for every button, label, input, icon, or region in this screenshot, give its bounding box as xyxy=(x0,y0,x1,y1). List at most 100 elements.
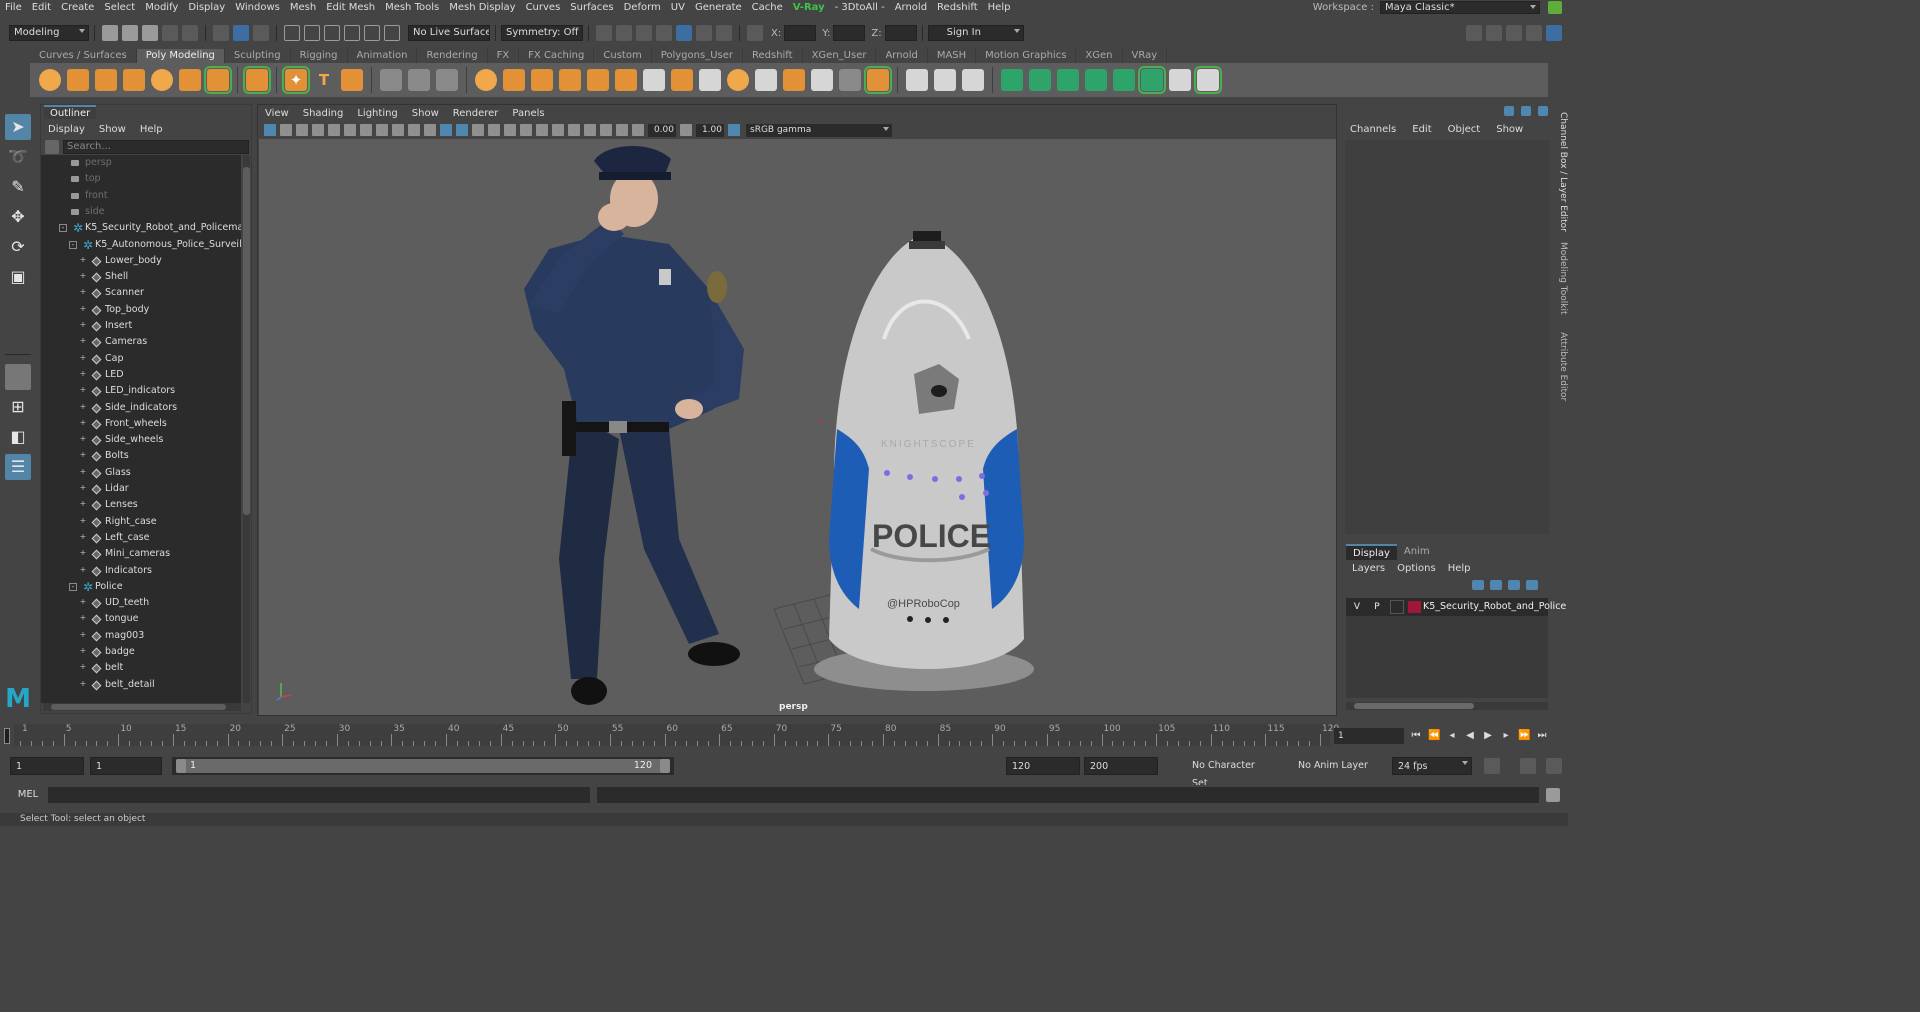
outliner-item[interactable]: side xyxy=(41,204,241,220)
script-editor-icon[interactable] xyxy=(1546,788,1560,802)
outliner-item[interactable]: + Bolts xyxy=(41,448,241,464)
film-gate-icon[interactable] xyxy=(344,124,356,136)
go-to-end-icon[interactable]: ⏭ xyxy=(1536,730,1548,742)
shelf-tab-sculpting[interactable]: Sculpting xyxy=(224,49,291,63)
snap-view-icon[interactable] xyxy=(344,25,360,41)
select-component-icon[interactable] xyxy=(253,25,269,41)
expand-toggle-icon[interactable]: + xyxy=(79,516,87,526)
motion-blur-icon[interactable] xyxy=(552,124,564,136)
expand-toggle-icon[interactable]: + xyxy=(79,663,87,672)
outliner-item[interactable]: + Lidar xyxy=(41,481,241,497)
outliner-item[interactable]: + Glass xyxy=(41,465,241,481)
outliner-scroll-thumb[interactable] xyxy=(243,167,250,515)
expand-toggle-icon[interactable]: + xyxy=(79,402,87,412)
expand-toggle-icon[interactable]: + xyxy=(79,418,87,428)
expand-toggle-icon[interactable]: + xyxy=(79,255,87,265)
fill-hole-icon[interactable] xyxy=(408,69,430,91)
side-tab-attribute-editor[interactable]: Attribute Editor xyxy=(1553,332,1568,401)
step-back-key-icon[interactable]: ⏪ xyxy=(1428,730,1440,742)
xray-icon[interactable] xyxy=(600,124,612,136)
shelf-tab-fx-caching[interactable]: FX Caching xyxy=(519,49,595,63)
expand-toggle-icon[interactable]: + xyxy=(79,386,87,395)
multi-cut-icon[interactable] xyxy=(839,69,861,91)
resolution-gate-icon[interactable] xyxy=(360,124,372,136)
crease-icon[interactable] xyxy=(962,69,984,91)
outliner-item[interactable]: + Lower_body xyxy=(41,253,241,269)
expand-toggle-icon[interactable]: + xyxy=(79,272,87,281)
layer-menu-options[interactable]: Options xyxy=(1391,563,1442,574)
outliner-item[interactable]: persp xyxy=(41,155,241,171)
paint-select-tool[interactable]: ✎ xyxy=(5,174,31,200)
automatic-map-icon[interactable] xyxy=(1113,69,1135,91)
wireframe-icon[interactable] xyxy=(440,124,452,136)
shelf-tab-xgen[interactable]: XGen xyxy=(1076,49,1123,63)
channel-box-body[interactable] xyxy=(1345,140,1549,534)
menu-edit[interactable]: Edit xyxy=(27,0,56,15)
outliner-item[interactable]: + Cap xyxy=(41,351,241,367)
shelf-tab-rendering[interactable]: Rendering xyxy=(417,49,488,63)
uv-editor-icon[interactable] xyxy=(1001,69,1023,91)
shelf-tab-fx[interactable]: FX xyxy=(487,49,520,63)
sew-uv-icon[interactable] xyxy=(1194,66,1222,94)
collapse-toggle-icon[interactable]: - xyxy=(69,582,77,591)
scene-end-field[interactable]: 200 xyxy=(1084,757,1158,775)
menu-windows[interactable]: Windows xyxy=(230,0,285,15)
planar-map-icon[interactable] xyxy=(1029,69,1051,91)
shelf-tab-custom[interactable]: Custom xyxy=(594,49,652,63)
attribute-editor-icon[interactable] xyxy=(1521,106,1532,116)
outliner-item[interactable]: + Scanner xyxy=(41,285,241,301)
viewport-menu-shading[interactable]: Shading xyxy=(296,108,351,119)
collapse-toggle-icon[interactable]: - xyxy=(69,240,77,249)
menu-uv[interactable]: UV xyxy=(666,0,690,15)
outliner-item[interactable]: + Indicators xyxy=(41,563,241,579)
shelf-menu-toggle[interactable] xyxy=(6,49,28,97)
x-field[interactable] xyxy=(784,25,817,41)
menu-edit-mesh[interactable]: Edit Mesh xyxy=(321,0,380,15)
menu-arnold[interactable]: Arnold xyxy=(890,0,932,15)
range-start-handle[interactable] xyxy=(176,759,186,773)
cylindrical-map-icon[interactable] xyxy=(1057,69,1079,91)
outliner-item[interactable]: + Side_indicators xyxy=(41,400,241,416)
layer-menu-layers[interactable]: Layers xyxy=(1346,563,1391,574)
range-end-handle[interactable] xyxy=(660,759,670,773)
viewport-menu-view[interactable]: View xyxy=(258,108,296,119)
fps-dropdown[interactable]: 24 fps xyxy=(1392,757,1472,775)
menu-help[interactable]: Help xyxy=(983,0,1016,15)
slide-edge-icon[interactable] xyxy=(934,69,956,91)
render-settings-icon[interactable] xyxy=(656,25,672,41)
svg-icon[interactable] xyxy=(341,69,363,91)
mirror-icon[interactable] xyxy=(643,69,665,91)
outliner-item[interactable]: top xyxy=(41,171,241,187)
outliner-item[interactable]: + Insert xyxy=(41,318,241,334)
expand-toggle-icon[interactable]: + xyxy=(79,484,87,493)
select-hierarchy-icon[interactable] xyxy=(213,25,229,41)
channel-box-toggle-icon[interactable] xyxy=(1546,25,1562,41)
open-scene-icon[interactable] xyxy=(122,25,138,41)
outliner-search-input[interactable]: Search... xyxy=(63,140,249,154)
layer-editor-scroll-thumb[interactable] xyxy=(1354,703,1474,709)
redo-icon[interactable] xyxy=(182,25,198,41)
outliner-item[interactable]: + Top_body xyxy=(41,302,241,318)
sign-in-button[interactable]: Sign In xyxy=(927,25,1024,41)
outliner-item[interactable]: + Lenses xyxy=(41,497,241,513)
shelf-tab-vray[interactable]: VRay xyxy=(1122,49,1168,63)
workspace-dropdown[interactable]: Maya Classic* xyxy=(1380,1,1540,14)
outliner-item[interactable]: + tongue xyxy=(41,611,241,627)
expand-toggle-icon[interactable]: + xyxy=(79,435,87,444)
step-forward-frame-icon[interactable]: ▸ xyxy=(1500,730,1512,742)
poly-cube-icon[interactable] xyxy=(67,69,89,91)
extract-icon[interactable] xyxy=(531,69,553,91)
mel-language-toggle[interactable]: MEL xyxy=(10,785,46,805)
step-back-frame-icon[interactable]: ◂ xyxy=(1446,730,1458,742)
expand-toggle-icon[interactable]: + xyxy=(79,353,87,363)
menu-modify[interactable]: Modify xyxy=(140,0,183,15)
range-bar[interactable]: 1 120 xyxy=(172,757,674,775)
viewport-menu-show[interactable]: Show xyxy=(405,108,446,119)
play-forwards-icon[interactable]: ▶ xyxy=(1482,730,1494,742)
select-camera-icon[interactable] xyxy=(264,124,276,136)
outliner-menu-display[interactable]: Display xyxy=(41,124,92,135)
shelf-tab-xgen-user[interactable]: XGen_User xyxy=(802,49,877,63)
viewport-menu-lighting[interactable]: Lighting xyxy=(350,108,404,119)
grid-icon[interactable] xyxy=(328,124,340,136)
exposure-icon[interactable] xyxy=(632,124,644,136)
